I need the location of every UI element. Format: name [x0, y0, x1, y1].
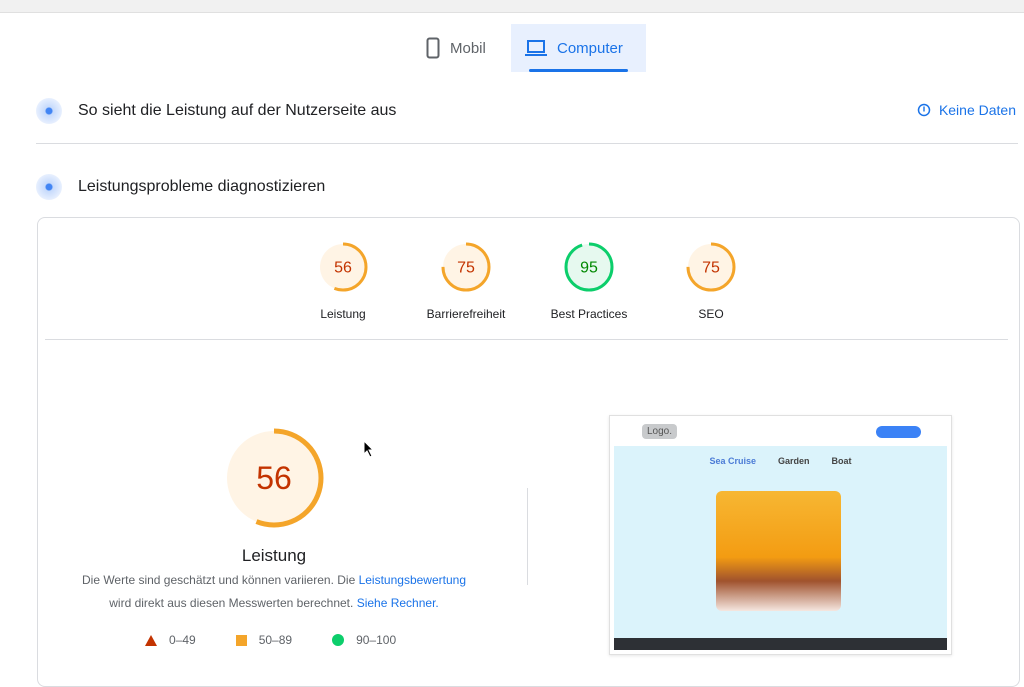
- phone-icon: [426, 37, 440, 59]
- mouse-cursor-icon: [363, 440, 375, 458]
- page-screenshot-preview: Logo. Sea Cruise Garden Boat: [609, 415, 952, 655]
- preview-nav-item: Sea Cruise: [709, 456, 756, 466]
- circle-icon: [332, 634, 345, 646]
- divider: [36, 143, 1018, 144]
- preview-footer: [614, 638, 947, 650]
- cruise-ship-image: [716, 491, 841, 611]
- vertical-divider: [527, 488, 528, 585]
- score-gauge-barrierefreiheit[interactable]: 75 Barrierefreiheit: [406, 241, 526, 321]
- gauge-value: 75: [702, 260, 720, 277]
- score-label: SEO: [698, 307, 724, 321]
- triangle-icon: [145, 634, 157, 646]
- performance-score-link[interactable]: Leistungsbewertung: [359, 573, 466, 587]
- section-title: So sieht die Leistung auf der Nutzerseit…: [78, 102, 397, 119]
- preview-logo: Logo.: [642, 424, 678, 439]
- field-data-section: So sieht die Leistung auf der Nutzerseit…: [36, 98, 396, 124]
- no-data-label: Keine Daten: [938, 102, 1016, 118]
- preview-button: [876, 426, 921, 438]
- field-data-icon: [36, 98, 62, 124]
- legend-pass: 90–100: [332, 633, 396, 647]
- tab-label: Computer: [557, 39, 623, 57]
- description-text: wird direkt aus diesen Messwerten berech…: [109, 596, 357, 610]
- score-label: Leistung: [320, 307, 366, 321]
- legend-fail: 0–49: [145, 633, 196, 647]
- section-title: Leistungsprobleme diagnostizieren: [78, 178, 326, 195]
- tab-mobil[interactable]: Mobil: [412, 24, 500, 72]
- score-label: Barrierefreiheit: [426, 307, 506, 321]
- gauge-value: 56: [256, 460, 292, 496]
- divider: [45, 339, 1008, 340]
- score-gauge-leistung[interactable]: 56 Leistung: [283, 241, 403, 321]
- score-legend: 0–49 50–89 90–100: [145, 633, 396, 647]
- gauge-value: 95: [580, 260, 598, 277]
- lab-data-section: Leistungsprobleme diagnostizieren: [36, 174, 325, 200]
- score-gauge-seo[interactable]: 75 SEO: [651, 241, 771, 321]
- square-icon: [235, 634, 247, 646]
- score-label: Best Practices: [550, 307, 628, 321]
- legend-average: 50–89: [235, 633, 292, 647]
- preview-nav-item: Garden: [778, 456, 810, 466]
- calculator-link[interactable]: Siehe Rechner.: [357, 596, 439, 610]
- no-data-status[interactable]: Keine Daten: [917, 102, 1016, 118]
- gauge-value: 56: [334, 260, 352, 277]
- tab-computer[interactable]: Computer: [511, 24, 646, 72]
- description-text: Die Werte sind geschätzt und können vari…: [81, 573, 359, 587]
- score-gauge-best-practices[interactable]: 95 Best Practices: [529, 241, 649, 321]
- browser-top-bar: [0, 0, 1024, 13]
- lab-data-icon: [36, 174, 62, 200]
- preview-nav-item: Boat: [831, 456, 852, 466]
- laptop-icon: [525, 40, 547, 56]
- main-score-label: Leistung: [241, 546, 307, 565]
- main-score-gauge: 56 Leistung: [214, 426, 334, 566]
- gauge-value: 75: [457, 260, 475, 277]
- score-description: Die Werte sind geschätzt und können vari…: [70, 569, 478, 615]
- info-icon: [917, 103, 931, 117]
- tab-label: Mobil: [450, 39, 486, 57]
